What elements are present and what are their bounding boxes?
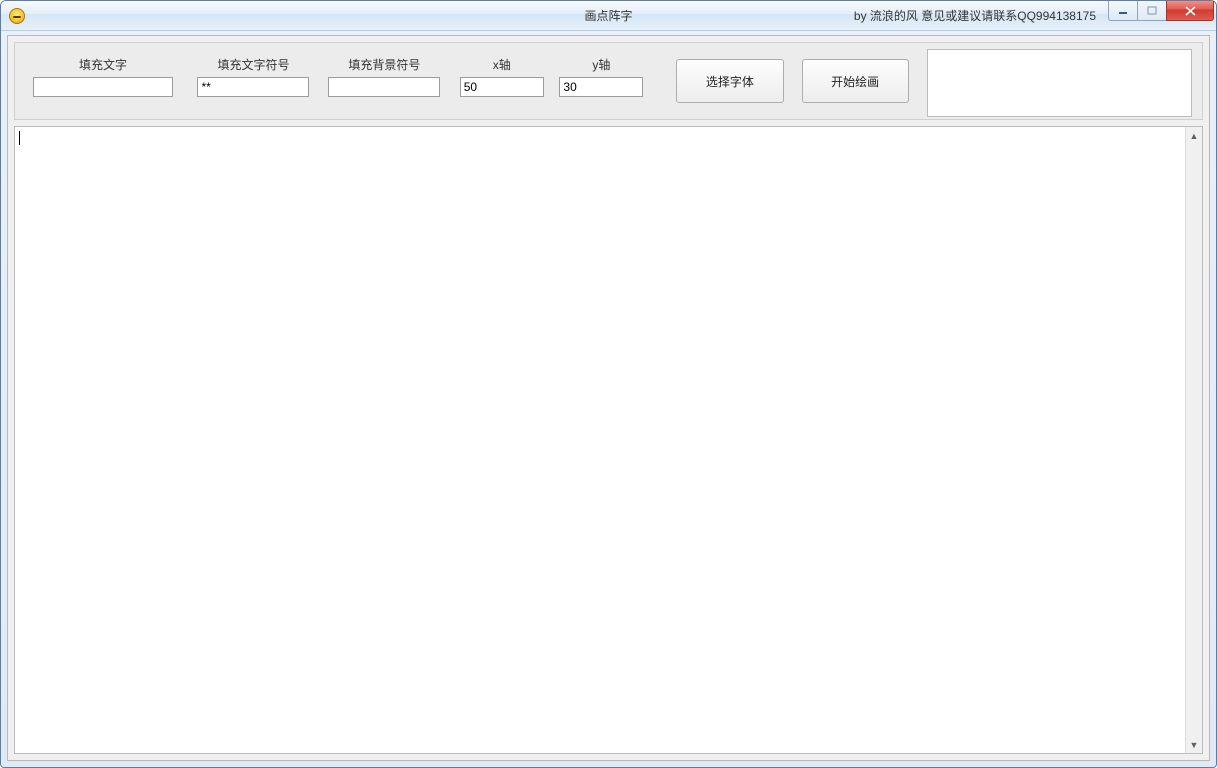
output-textarea[interactable]: ▲ ▼ [14,126,1203,754]
y-axis-field: y轴 [557,51,647,111]
fill-char-input[interactable] [197,77,309,97]
fill-bg-input[interactable] [328,77,440,97]
client-area: 填充文字 填充文字符号 填充背景符号 x轴 y轴 选择字体 [7,35,1210,761]
scroll-down-arrow-icon[interactable]: ▼ [1186,736,1202,753]
scrollbar-track[interactable] [1186,144,1202,736]
app-icon [9,8,25,24]
fill-text-input[interactable] [33,77,173,97]
close-icon [1185,6,1196,16]
fill-char-label: 填充文字符号 [217,51,289,77]
start-draw-button[interactable]: 开始绘画 [802,59,909,103]
window-subtitle: by 流浪的风 意见或建议请联系QQ994138175 [854,7,1096,24]
fill-text-field: 填充文字 [25,51,181,111]
close-button[interactable] [1166,1,1214,21]
fill-text-label: 填充文字 [79,51,127,77]
start-draw-button-label: 开始绘画 [831,73,879,90]
x-axis-field: x轴 [457,51,547,111]
font-preview-box [927,49,1192,117]
minimize-button[interactable] [1108,1,1138,21]
fill-bg-label: 填充背景符号 [348,51,420,77]
maximize-button[interactable] [1137,1,1167,21]
x-axis-label: x轴 [493,51,511,77]
choose-font-button-label: 选择字体 [706,73,754,90]
text-caret [19,131,20,145]
y-axis-input[interactable] [559,77,643,97]
vertical-scrollbar[interactable]: ▲ ▼ [1185,127,1202,753]
toolbar: 填充文字 填充文字符号 填充背景符号 x轴 y轴 选择字体 [14,42,1203,120]
fill-bg-field: 填充背景符号 [326,51,443,111]
y-axis-label: y轴 [592,51,610,77]
minimize-icon [1118,6,1128,16]
app-window: 画点阵字 by 流浪的风 意见或建议请联系QQ994138175 填充文字 填充… [0,0,1217,768]
titlebar[interactable]: 画点阵字 by 流浪的风 意见或建议请联系QQ994138175 [1,1,1216,31]
x-axis-input[interactable] [460,77,544,97]
window-controls [1109,1,1214,21]
fill-char-field: 填充文字符号 [195,51,312,111]
scroll-up-arrow-icon[interactable]: ▲ [1186,127,1202,144]
maximize-icon [1147,6,1157,16]
choose-font-button[interactable]: 选择字体 [676,59,783,103]
